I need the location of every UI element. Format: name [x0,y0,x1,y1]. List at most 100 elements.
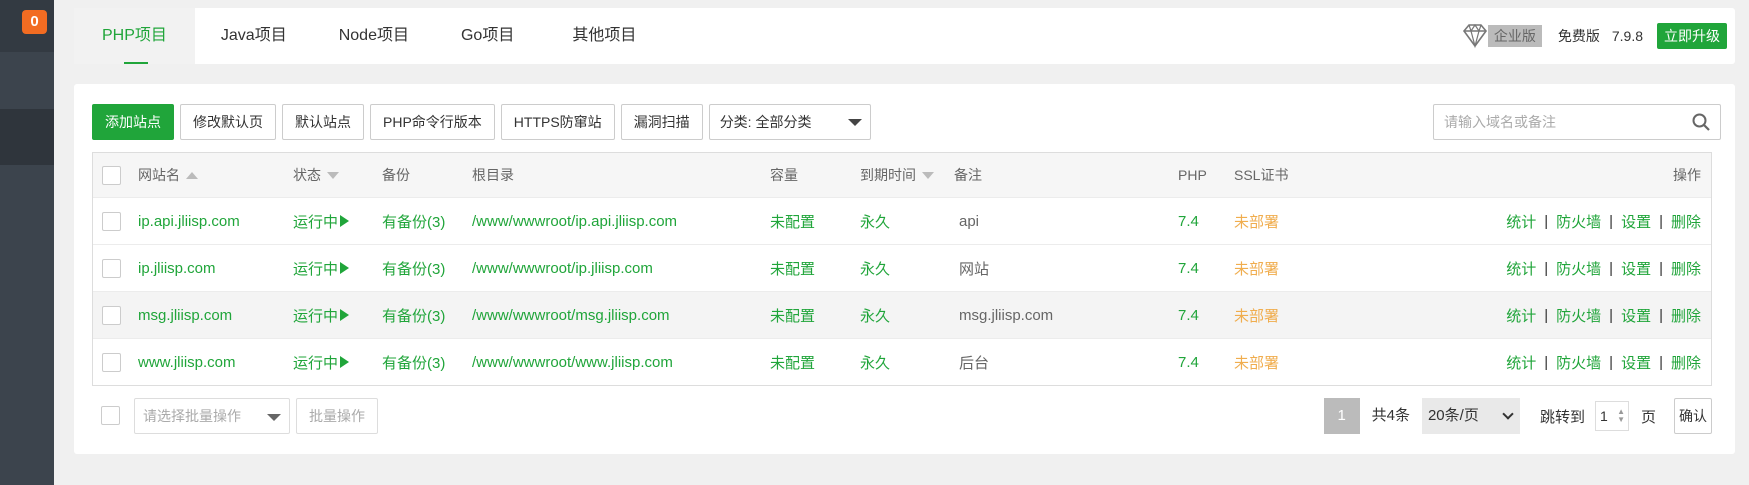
backup-link[interactable]: 有备份(3) [382,245,445,291]
confirm-jump-button[interactable]: 确认 [1674,398,1712,434]
settings-link[interactable]: 设置 [1621,305,1651,326]
diamond-icon [1462,23,1487,49]
ssl-status-link[interactable]: 未部署 [1234,245,1279,291]
ssl-status-link[interactable]: 未部署 [1234,339,1279,385]
ssl-status-link[interactable]: 未部署 [1234,198,1279,244]
capacity-link[interactable]: 未配置 [770,245,815,291]
search-icon[interactable] [1692,113,1710,131]
row-checkbox[interactable] [102,352,121,372]
php-version-link[interactable]: 7.4 [1178,245,1199,291]
site-name-link[interactable]: ip.api.jliisp.com [138,198,240,244]
delete-link[interactable]: 删除 [1671,305,1701,326]
capacity-link[interactable]: 未配置 [770,292,815,338]
remark-text[interactable]: 后台 [959,339,989,385]
page-size-select[interactable]: 20条/页 [1421,398,1520,434]
site-name-link[interactable]: msg.jliisp.com [138,292,232,338]
backup-link[interactable]: 有备份(3) [382,198,445,244]
firewall-link[interactable]: 防火墙 [1556,352,1601,373]
firewall-link[interactable]: 防火墙 [1556,305,1601,326]
header-site-name[interactable]: 网站名 [138,153,198,197]
backup-link[interactable]: 有备份(3) [382,292,445,338]
status-toggle[interactable]: 运行中 [293,339,350,385]
root-dir-link[interactable]: /www/wwwroot/ip.jliisp.com [472,245,653,291]
stats-link[interactable]: 统计 [1506,305,1536,326]
default-site-button[interactable]: 默认站点 [282,104,364,140]
header-status[interactable]: 状态 [293,153,339,197]
table-row: ip.api.jliisp.com 运行中 有备份(3) /www/wwwroo… [93,197,1711,244]
site-list-panel: 添加站点 修改默认页 默认站点 PHP命令行版本 HTTPS防窜站 漏洞扫描 分… [74,84,1735,454]
tab-node-project[interactable]: Node项目 [313,8,435,64]
stats-link[interactable]: 统计 [1506,211,1536,232]
modify-default-page-button[interactable]: 修改默认页 [180,104,276,140]
tab-php-project[interactable]: PHP项目 [74,8,195,64]
site-name-link[interactable]: ip.jliisp.com [138,245,216,291]
settings-link[interactable]: 设置 [1621,211,1651,232]
backup-link[interactable]: 有备份(3) [382,339,445,385]
https-guard-button[interactable]: HTTPS防窜站 [500,104,615,140]
delete-link[interactable]: 删除 [1671,258,1701,279]
capacity-link[interactable]: 未配置 [770,198,815,244]
expire-link[interactable]: 永久 [860,245,890,291]
tab-java-project[interactable]: Java项目 [195,8,313,64]
sidebar-active-item[interactable] [0,109,54,165]
batch-operation-button[interactable]: 批量操作 [296,398,378,434]
play-icon [340,309,350,321]
settings-link[interactable]: 设置 [1621,258,1651,279]
sort-desc-icon [327,171,339,179]
firewall-link[interactable]: 防火墙 [1556,258,1601,279]
search-input[interactable] [1434,105,1674,139]
add-site-button[interactable]: 添加站点 [92,104,174,140]
project-tab-bar: PHP项目 Java项目 Node项目 Go项目 其他项目 企业版 免费版 7.… [74,8,1735,64]
remark-text[interactable]: api [959,198,979,244]
root-dir-link[interactable]: /www/wwwroot/www.jliisp.com [472,339,673,385]
page-size-value: 20条/页 [1427,407,1479,424]
tab-go-project[interactable]: Go项目 [435,8,540,64]
play-icon [340,215,350,227]
firewall-link[interactable]: 防火墙 [1556,211,1601,232]
status-toggle[interactable]: 运行中 [293,245,350,291]
remark-text[interactable]: msg.jliisp.com [959,292,1053,338]
php-cli-version-button[interactable]: PHP命令行版本 [370,104,495,140]
row-operations: 统计 | 防火墙 | 设置 | 删除 [1506,211,1701,232]
settings-link[interactable]: 设置 [1621,352,1651,373]
php-version-link[interactable]: 7.4 [1178,292,1199,338]
stats-link[interactable]: 统计 [1506,258,1536,279]
ssl-status-link[interactable]: 未部署 [1234,292,1279,338]
page-number-current[interactable]: 1 [1323,398,1360,434]
stats-link[interactable]: 统计 [1506,352,1536,373]
batch-select-all-checkbox[interactable] [101,406,120,425]
table-header-row: 网站名 状态 备份 根目录 容量 到期时间 备注 PHP SSL证书 操作 [93,153,1711,197]
sort-desc-icon [922,171,934,179]
expire-link[interactable]: 永久 [860,198,890,244]
spinner-arrows-icon[interactable]: ▲ ▼ [1617,408,1625,424]
vulnerability-scan-button[interactable]: 漏洞扫描 [620,104,703,140]
php-version-link[interactable]: 7.4 [1178,198,1199,244]
batch-operation-select[interactable]: 请选择批量操作 [134,398,290,434]
root-dir-link[interactable]: /www/wwwroot/msg.jliisp.com [472,292,670,338]
row-checkbox[interactable] [102,211,121,231]
category-select[interactable]: 分类: 全部分类 [708,104,871,140]
site-name-link[interactable]: www.jliisp.com [138,339,236,385]
header-backup: 备份 [382,167,410,183]
row-checkbox[interactable] [102,305,121,325]
tab-other-project[interactable]: 其他项目 [540,8,668,64]
select-all-checkbox[interactable] [102,165,121,185]
root-dir-link[interactable]: /www/wwwroot/ip.api.jliisp.com [472,198,677,244]
delete-link[interactable]: 删除 [1671,352,1701,373]
toolbar: 添加站点 修改默认页 默认站点 PHP命令行版本 HTTPS防窜站 漏洞扫描 分… [92,104,871,140]
jump-page-input[interactable]: 1 ▲ ▼ [1594,401,1629,431]
delete-link[interactable]: 删除 [1671,211,1701,232]
php-version-link[interactable]: 7.4 [1178,339,1199,385]
expire-link[interactable]: 永久 [860,339,890,385]
row-checkbox[interactable] [102,258,121,278]
status-toggle[interactable]: 运行中 [293,198,350,244]
header-expire[interactable]: 到期时间 [860,153,934,197]
upgrade-button[interactable]: 立即升级 [1657,23,1727,49]
status-toggle[interactable]: 运行中 [293,292,350,338]
notification-badge[interactable]: 0 [22,10,47,34]
remark-text[interactable]: 网站 [959,245,989,291]
expire-link[interactable]: 永久 [860,292,890,338]
capacity-link[interactable]: 未配置 [770,339,815,385]
enterprise-edition-badge[interactable]: 企业版 [1460,22,1542,50]
category-select-value: 分类: 全部分类 [719,114,812,130]
